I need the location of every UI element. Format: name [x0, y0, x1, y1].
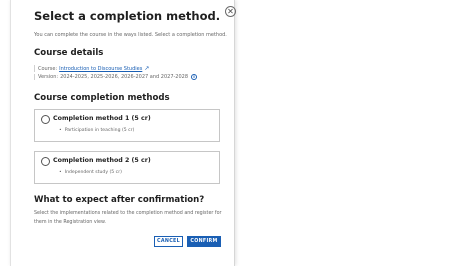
- course-details-heading: Course details: [34, 48, 104, 58]
- version-label: Version:: [38, 74, 59, 80]
- dialog-title: Select a completion method.: [34, 9, 221, 23]
- version-line: Version: 2024-2025, 2025-2026, 2026-2027…: [34, 74, 198, 80]
- method-2-detail: Independent study (5 cr): [59, 170, 122, 175]
- expect-text: Select the implementations related to th…: [34, 211, 222, 225]
- course-label: Course:: [38, 65, 58, 72]
- info-icon[interactable]: i: [191, 74, 198, 80]
- version-value: 2024-2025, 2025-2026, 2026-2027 and 2027…: [60, 74, 189, 80]
- confirm-button[interactable]: CONFIRM: [187, 236, 221, 247]
- method-card-1[interactable]: Completion method 1 (5 cr) Participation…: [34, 109, 220, 142]
- course-link[interactable]: Introduction to Discourse Studies: [59, 66, 142, 72]
- completion-method-dialog: ✕ Select a completion method. You can co…: [10, 0, 236, 266]
- dialog-subtitle: You can complete the course in the ways …: [34, 32, 227, 38]
- external-link-icon[interactable]: ↗: [144, 65, 149, 72]
- radio-method-2[interactable]: [41, 157, 50, 166]
- method-2-name: Completion method 2 (5 cr): [53, 157, 151, 164]
- radio-method-1[interactable]: [41, 115, 50, 124]
- method-1-name: Completion method 1 (5 cr): [53, 115, 151, 122]
- close-icon[interactable]: ✕: [225, 6, 236, 17]
- completion-methods-heading: Course completion methods: [34, 93, 170, 103]
- expect-heading: What to expect after confirmation?: [34, 195, 205, 205]
- cancel-button[interactable]: CANCEL: [154, 236, 183, 247]
- page-backdrop: [236, 0, 474, 266]
- method-1-detail: Participation in teaching (5 cr): [59, 128, 135, 133]
- course-line: Course: Introduction to Discourse Studie…: [34, 65, 149, 72]
- method-card-2[interactable]: Completion method 2 (5 cr) Independent s…: [34, 151, 220, 184]
